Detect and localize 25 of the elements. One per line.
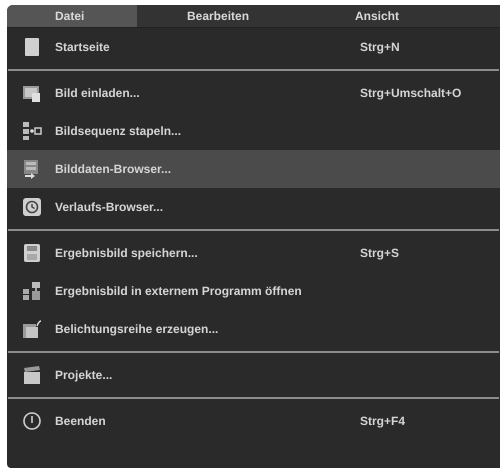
page-icon [22,37,42,57]
menu-item[interactable]: Bild einladen... Strg+Umschalt+O [7,74,500,112]
menu-item[interactable]: Ergebnisbild in externem Programm öffnen [7,272,500,310]
menu-item[interactable]: Bildsequenz stapeln... [7,112,500,150]
clapperboard-icon [22,365,42,385]
menu-item[interactable]: Projekte... [7,356,500,394]
menu-tab[interactable]: Datei [7,5,137,27]
clock-icon [22,197,42,217]
menu-tab[interactable]: Ansicht [307,5,457,27]
power-icon [22,411,42,431]
shortcut-label: Strg+F4 [360,413,406,430]
folder-icon [22,83,42,103]
shortcut-label: Strg+N [360,39,400,56]
menu-item[interactable]: Verlaufs-Browser... [7,188,500,226]
image-stack-icon [22,319,42,339]
menu-item[interactable]: Bilddaten-Browser... [7,150,500,188]
menu-item[interactable]: Beenden Strg+F4 [7,402,500,440]
stack-icon [22,121,42,141]
menu-item[interactable]: Ergebnisbild speichern... Strg+S [7,234,500,272]
shortcut-label: Strg+Umschalt+O [360,85,462,102]
menu-item[interactable]: Startseite Strg+N [7,28,500,66]
shortcut-label: Strg+S [360,245,400,262]
network-icon [22,281,42,301]
menu-item[interactable]: Belichtungsreihe erzeugen... [7,310,500,348]
menu-tab[interactable]: Bearbeiten [137,5,307,27]
